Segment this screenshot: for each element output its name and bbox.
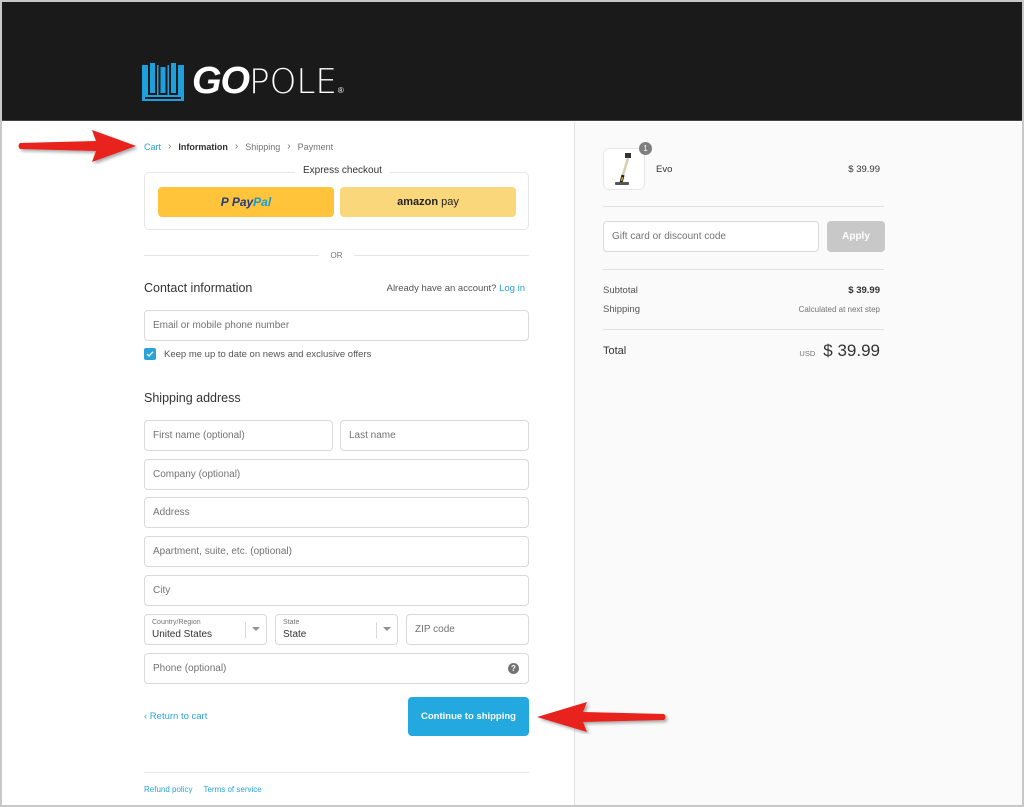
contact-information-heading: Contact information	[144, 281, 253, 295]
shipping-address-heading: Shipping address	[144, 391, 241, 405]
paypal-pay-text: Pay	[231, 195, 254, 209]
city-input[interactable]	[145, 576, 528, 605]
help-question-icon[interactable]: ?	[508, 663, 519, 674]
state-select[interactable]: State State	[275, 614, 398, 645]
shipping-value: Calculated at next step	[798, 305, 880, 314]
refund-policy-link[interactable]: Refund policy	[144, 785, 192, 794]
chevron-right-icon: ›	[168, 141, 172, 152]
apply-discount-button[interactable]: Apply	[827, 221, 885, 252]
select-divider	[245, 622, 246, 638]
breadcrumb-information: Information	[178, 141, 228, 152]
newsletter-option[interactable]: Keep me up to date on news and exclusive…	[144, 348, 371, 360]
amazon-pay-wordmark: amazon pay	[397, 196, 459, 208]
select-divider	[376, 622, 377, 638]
footer-links: Refund policy Terms of service	[144, 785, 273, 794]
subtotal-value: $ 39.99	[848, 285, 880, 296]
express-checkout: Express checkout P PayPal amazon pay	[144, 165, 529, 230]
phone-field[interactable]: ?	[144, 653, 529, 684]
paypal-logo-icon: P	[220, 195, 229, 209]
newsletter-label: Keep me up to date on news and exclusive…	[164, 348, 372, 360]
brand-name-light: POLE	[249, 61, 337, 102]
registered-mark: ®	[337, 86, 344, 95]
product-price: $ 39.99	[848, 164, 880, 175]
terms-of-service-link[interactable]: Terms of service	[203, 785, 261, 794]
login-link[interactable]: Log in	[499, 283, 525, 294]
quantity-badge: 1	[639, 142, 652, 155]
amazon-text: amazon	[397, 196, 439, 208]
last-name-input[interactable]	[341, 421, 528, 450]
zip-input[interactable]	[407, 615, 528, 644]
site-header: GOPOLE ®	[2, 2, 1022, 121]
company-input[interactable]	[145, 460, 528, 489]
annotation-arrow-right-icon	[18, 130, 136, 162]
newsletter-checkbox[interactable]	[144, 348, 156, 360]
state-label: State	[283, 619, 300, 626]
breadcrumb-shipping: Shipping	[245, 141, 281, 152]
or-divider: OR	[144, 250, 529, 260]
summary-divider	[603, 206, 884, 207]
country-select[interactable]: Country/Region United States	[144, 614, 267, 645]
total-amount: USD $ 39.99	[799, 341, 880, 361]
brand-logo[interactable]: GOPOLE ®	[142, 61, 344, 102]
chevron-right-icon: ›	[234, 141, 239, 152]
chevron-down-icon	[383, 627, 391, 631]
company-field[interactable]	[144, 459, 529, 490]
first-name-field[interactable]	[144, 420, 333, 451]
chevron-right-icon: ›	[287, 141, 291, 152]
state-value: State	[283, 629, 307, 640]
summary-divider	[603, 269, 884, 270]
footer-divider	[144, 772, 529, 773]
address-input[interactable]	[145, 498, 528, 527]
address-field[interactable]	[144, 497, 529, 528]
paypal-button[interactable]: P PayPal	[158, 187, 334, 217]
page-frame: GOPOLE ® Cart › Information › Shipping ›…	[0, 0, 1024, 807]
phone-input[interactable]	[145, 654, 528, 683]
amazon-pay-button[interactable]: amazon pay	[340, 187, 516, 217]
breadcrumb-cart[interactable]: Cart	[144, 142, 161, 152]
discount-code-input[interactable]	[604, 222, 818, 251]
total-value: $ 39.99	[823, 341, 880, 360]
checkmark-icon	[146, 351, 154, 357]
brand-name-bold: GO	[192, 59, 250, 102]
chevron-down-icon	[252, 627, 260, 631]
country-label: Country/Region	[152, 619, 201, 626]
product-thumbnail	[603, 148, 645, 190]
amazon-pay-text: pay	[438, 196, 459, 208]
continue-to-shipping-button[interactable]: Continue to shipping	[408, 697, 529, 736]
country-value: United States	[152, 629, 213, 640]
breadcrumb: Cart › Information › Shipping › Payment	[144, 141, 333, 152]
product-name: Evo	[656, 164, 673, 175]
selfie-pole-product-icon	[615, 153, 631, 185]
apartment-input[interactable]	[145, 537, 528, 566]
annotation-arrow-left-icon	[537, 702, 666, 732]
paypal-wordmark: PayPal	[232, 195, 271, 209]
total-currency: USD	[799, 349, 816, 358]
divider-line	[354, 255, 529, 256]
account-prompt-text: Already have an account?	[386, 283, 497, 294]
apartment-field[interactable]	[144, 536, 529, 567]
first-name-input[interactable]	[145, 421, 332, 450]
email-input[interactable]	[145, 311, 528, 340]
discount-code-field[interactable]	[603, 221, 819, 252]
summary-divider	[603, 329, 884, 330]
total-label: Total	[603, 345, 627, 357]
brand-wordmark: GOPOLE	[192, 61, 337, 102]
account-prompt: Already have an account? Log in	[387, 283, 525, 294]
zip-field[interactable]	[406, 614, 529, 645]
express-checkout-title: Express checkout	[295, 165, 390, 176]
city-field[interactable]	[144, 575, 529, 606]
breadcrumb-payment: Payment	[297, 141, 334, 152]
return-to-cart-link[interactable]: ‹ Return to cart	[144, 711, 207, 722]
shipping-label: Shipping	[603, 304, 640, 315]
subtotal-label: Subtotal	[603, 285, 638, 296]
paypal-pal-text: Pal	[253, 195, 272, 209]
email-field[interactable]	[144, 310, 529, 341]
gopole-logo-mark-icon	[142, 61, 184, 101]
last-name-field[interactable]	[340, 420, 529, 451]
